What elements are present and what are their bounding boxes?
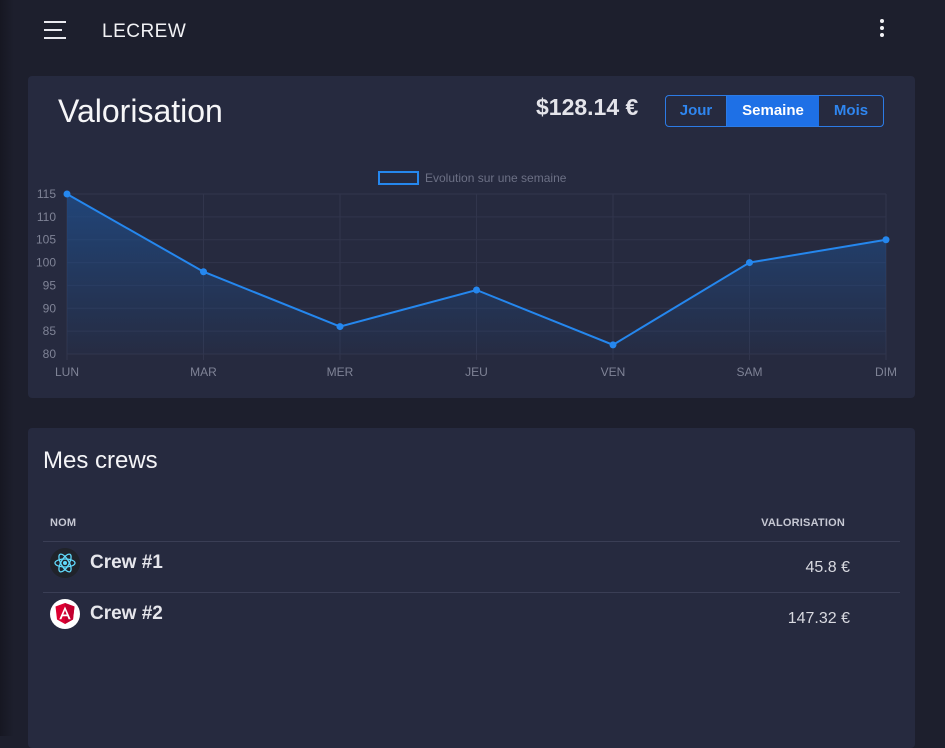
data-point (200, 268, 207, 276)
crews-card: Mes crews NOM VALORISATION Crew #1 45.8 … (28, 428, 915, 748)
x-tick-label: VEN (601, 365, 626, 379)
hamburger-icon[interactable] (40, 16, 70, 44)
column-header-name: NOM (50, 517, 77, 529)
data-point (746, 259, 753, 267)
x-tick-label: LUN (55, 365, 79, 379)
y-tick-label: 100 (36, 256, 56, 270)
legend-label: Evolution sur une semaine (425, 171, 567, 185)
x-tick-label: SAM (736, 365, 762, 379)
data-point (473, 286, 480, 294)
y-tick-label: 115 (37, 187, 56, 201)
table-row[interactable]: Crew #2 147.32 € (43, 592, 900, 644)
y-tick-label: 105 (36, 233, 56, 247)
data-point (63, 190, 71, 198)
data-point (882, 236, 890, 244)
legend-swatch (378, 171, 419, 185)
valuation-card: Valorisation $128.14 € Jour Semaine Mois… (28, 76, 915, 398)
y-tick-label: 85 (43, 324, 57, 338)
app-brand: LECREW (102, 21, 187, 42)
data-point (336, 323, 344, 331)
more-vertical-icon[interactable] (870, 16, 894, 42)
angular-icon (50, 599, 80, 629)
y-tick-label: 95 (43, 278, 57, 292)
crew-value: 147.32 € (787, 610, 850, 627)
column-header-valuation: VALORISATION (761, 517, 845, 529)
crews-title: Mes crews (43, 447, 158, 474)
x-tick-label: JEU (465, 365, 488, 379)
table-row[interactable]: Crew #1 45.8 € (43, 541, 900, 593)
crew-value: 45.8 € (805, 559, 850, 576)
x-tick-label: MAR (190, 365, 217, 379)
y-tick-label: 80 (43, 347, 57, 361)
x-tick-label: DIM (875, 365, 897, 379)
crew-name: Crew #2 (90, 603, 163, 624)
crew-name: Crew #1 (90, 552, 163, 573)
x-tick-label: MER (327, 365, 354, 379)
top-bar: LECREW (0, 0, 945, 64)
sidebar-edge (0, 0, 14, 736)
y-tick-label: 110 (37, 210, 56, 224)
valuation-chart: 80 85 90 95 100 105 110 115 LUN MAR MER JEU VEN SAM DI… (36, 171, 897, 379)
react-icon (50, 548, 80, 578)
data-point (609, 341, 617, 349)
y-tick-label: 90 (43, 301, 57, 315)
